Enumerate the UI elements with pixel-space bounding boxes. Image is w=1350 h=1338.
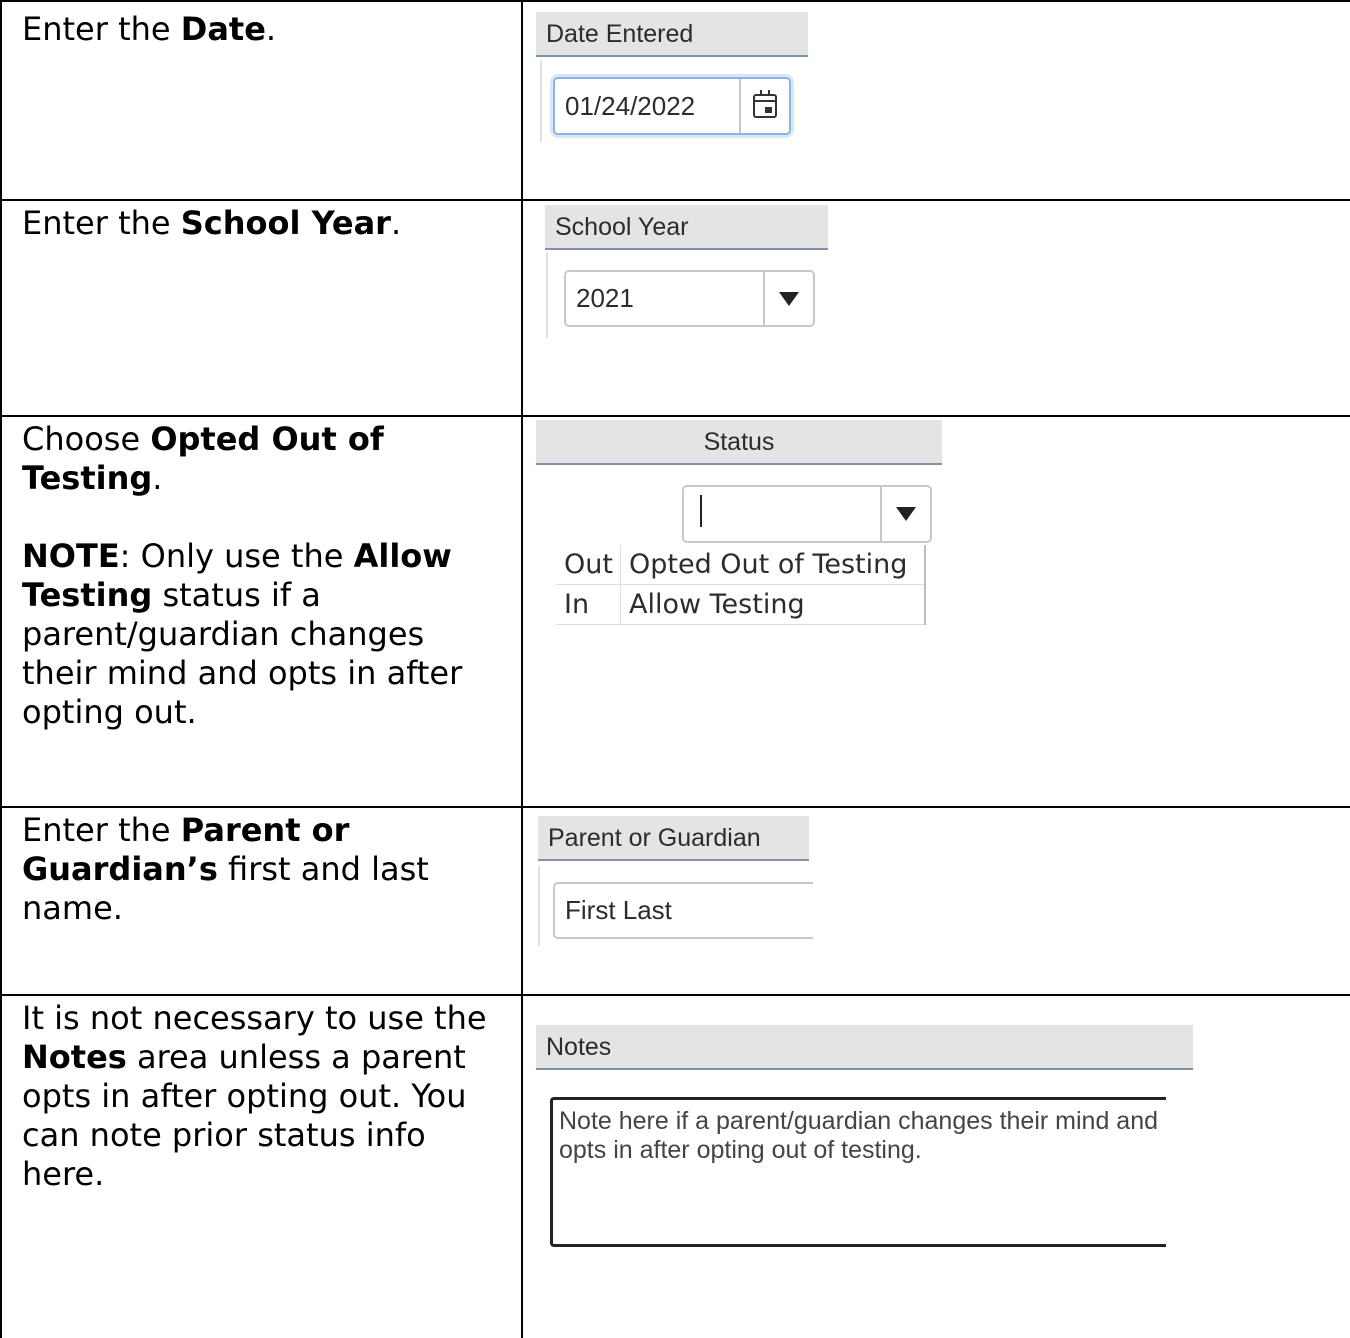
status-header: Status (536, 420, 942, 465)
status-dropdown-button[interactable] (880, 487, 930, 541)
dropdown-arrow-icon[interactable] (896, 507, 916, 521)
row-divider (0, 994, 1350, 996)
instruction-status: Choose Opted Out of Testing. NOTE: Only … (22, 420, 502, 732)
instruction-notes: It is not necessary to use the Notes are… (22, 999, 502, 1194)
parent-guardian-value[interactable]: First Last (555, 895, 813, 926)
row-divider (0, 806, 1350, 808)
panel-edge (546, 252, 548, 338)
instruction-text: . (390, 204, 402, 242)
panel-edge (538, 866, 540, 946)
status-option-opted-out[interactable]: Out Opted Out of Testing (556, 545, 924, 585)
status-options-list: Out Opted Out of Testing In Allow Testin… (556, 545, 926, 625)
table-border-left (0, 0, 2, 1338)
calendar-icon[interactable] (753, 90, 777, 118)
status-option-allow-testing[interactable]: In Allow Testing (556, 585, 924, 625)
instruction-text: : Only use the (119, 537, 354, 575)
school-year-value[interactable]: 2021 (566, 283, 763, 314)
instruction-text: . (152, 459, 163, 497)
status-select[interactable] (682, 485, 932, 543)
school-year-dropdown-button[interactable] (763, 272, 813, 325)
option-label[interactable]: Allow Testing (621, 585, 924, 624)
date-entered-field[interactable]: 01/24/2022 (553, 77, 791, 135)
parent-guardian-input[interactable]: First Last (553, 882, 813, 939)
notes-textarea[interactable]: Note here if a parent/guardian changes t… (550, 1097, 1166, 1247)
instruction-text: Enter the (22, 204, 181, 242)
calendar-button[interactable] (739, 79, 789, 133)
option-label[interactable]: Opted Out of Testing (621, 545, 924, 584)
option-code[interactable]: In (556, 585, 621, 624)
school-year-select[interactable]: 2021 (564, 270, 815, 327)
instruction-date: Enter the Date. (22, 10, 502, 49)
instruction-text: Enter the (22, 10, 181, 48)
instruction-bold: Date (180, 10, 266, 48)
date-entered-value[interactable]: 01/24/2022 (555, 91, 739, 122)
school-year-header: School Year (545, 205, 828, 250)
instruction-text: It is not necessary to use the (22, 999, 487, 1037)
instruction-bold: School Year (180, 204, 391, 242)
table-border-top (0, 0, 1350, 2)
instruction-school-year: Enter the School Year. (22, 204, 502, 243)
note-label: NOTE (22, 537, 120, 575)
column-divider (521, 0, 523, 1338)
dropdown-arrow-icon[interactable] (779, 291, 799, 306)
row-divider (0, 199, 1350, 201)
instruction-parent-guardian: Enter the Parent or Guardian’s first and… (22, 811, 502, 928)
panel-edge (540, 60, 542, 142)
row-divider (0, 415, 1350, 417)
date-entered-header: Date Entered (536, 12, 808, 57)
instruction-text: . (265, 10, 277, 48)
text-cursor (700, 494, 702, 527)
instruction-text: Enter the (22, 811, 181, 849)
notes-header: Notes (536, 1025, 1193, 1070)
parent-guardian-header: Parent or Guardian (538, 816, 809, 861)
instruction-text: Choose (22, 420, 151, 458)
option-code[interactable]: Out (556, 545, 621, 584)
status-value[interactable] (684, 494, 880, 534)
instruction-bold: Notes (22, 1038, 127, 1076)
